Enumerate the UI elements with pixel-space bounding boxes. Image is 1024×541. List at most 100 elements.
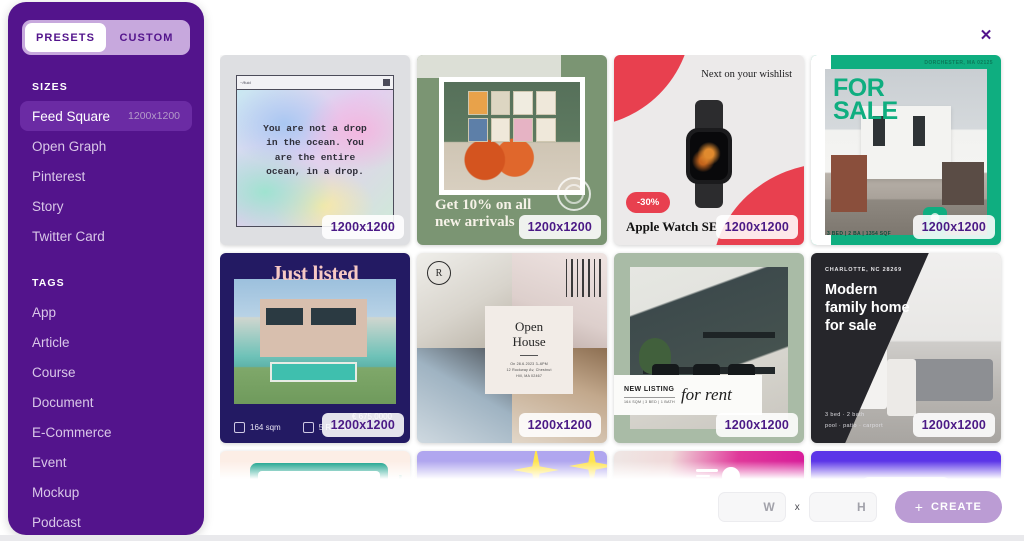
template-card-for-rent[interactable]: NEW LISTING 164 SQM | 3 BED | 1 BATH for…: [614, 253, 804, 443]
size-label: Pinterest: [32, 168, 86, 184]
size-label: Twitter Card: [32, 228, 105, 244]
listing-location: CHARLOTTE, NC 28269: [825, 267, 902, 273]
green-top-block: [417, 55, 562, 78]
rooms-icon: [302, 422, 314, 433]
sidebar-tag-course[interactable]: Course: [20, 357, 192, 387]
watch-body: [686, 127, 732, 184]
sidebar-tag-ecommerce[interactable]: E-Commerce: [20, 417, 192, 447]
quote-text: You are not a drop in the ocean. You are…: [263, 123, 367, 178]
size-dimension: 1200x1200: [128, 110, 180, 122]
size-badge: 1200x1200: [715, 215, 798, 239]
meta-area: 164 sqm: [234, 422, 281, 433]
template-card-modern-family-home[interactable]: CHARLOTTE, NC 28269 Modern family home f…: [811, 253, 1001, 443]
brick-facade: [831, 155, 868, 212]
sidebar-tag-document[interactable]: Document: [20, 387, 192, 417]
stair-railing: [563, 258, 603, 297]
create-label: CREATE: [930, 501, 982, 513]
pool-shape: [269, 361, 358, 382]
area-value: 164 sqm: [250, 423, 281, 432]
new-listing-sub: 164 SQM | 3 BED | 1 BATH: [624, 397, 675, 405]
listing-location: DORCHESTER, MA 02125: [924, 60, 993, 66]
listing-band: NEW LISTING 164 SQM | 3 BED | 1 BATH for…: [614, 375, 763, 415]
height-placeholder: H: [857, 500, 866, 514]
grid-fade: [212, 461, 1024, 479]
red-blob-top-left: [614, 55, 692, 127]
tab-presets[interactable]: PRESETS: [25, 23, 106, 52]
product-name: Apple Watch SE: [626, 219, 718, 234]
for-sale-headline: FOR SALE: [833, 74, 898, 125]
holo-window-title: ~/fluid: [240, 80, 251, 85]
gallery-wall-frames: [468, 90, 556, 143]
sidebar-tag-podcast[interactable]: Podcast: [20, 507, 192, 535]
sizes-section-title: SIZES: [32, 81, 68, 93]
listing-title: Modern family home for sale: [825, 282, 910, 335]
tags-list: App Article Course Document E-Commerce E…: [8, 297, 204, 535]
for-rent-script: for rent: [680, 385, 732, 404]
new-listing-text: NEW LISTING: [624, 385, 675, 393]
height-input[interactable]: H: [808, 492, 877, 522]
area-icon: [234, 422, 245, 433]
sidebar-tag-mockup[interactable]: Mockup: [20, 477, 192, 507]
living-room-photo: [439, 77, 585, 195]
size-label: Open Graph: [32, 138, 107, 154]
sidebar-item-story[interactable]: Story: [20, 191, 192, 221]
template-card-open-house[interactable]: R Open House On 28.6.2023 3–6PM 12 Rockw…: [417, 253, 607, 443]
template-grid: ~/fluid You are not a drop in the ocean.…: [220, 55, 1010, 480]
promo-caption: Get 10% on all new arrivals: [435, 196, 532, 230]
sidebar-tag-app[interactable]: App: [20, 297, 192, 327]
sidebar-item-open-graph[interactable]: Open Graph: [20, 131, 192, 161]
template-card-holographic-quote[interactable]: ~/fluid You are not a drop in the ocean.…: [220, 55, 410, 245]
wishlist-headline: Next on your wishlist: [701, 69, 792, 80]
sidebar-item-twitter-card[interactable]: Twitter Card: [20, 221, 192, 251]
sidebar-item-pinterest[interactable]: Pinterest: [20, 161, 192, 191]
watch-face: [690, 131, 728, 180]
sizes-list: Feed Square 1200x1200 Open Graph Pintere…: [8, 101, 204, 251]
size-label: Story: [32, 198, 64, 214]
size-badge: 1200x1200: [715, 413, 798, 437]
villa-shape: [259, 299, 367, 357]
template-card-for-sale[interactable]: FOR SALE DORCHESTER, MA 02125 3 BED | 2 …: [811, 55, 1001, 245]
monogram-logo-icon: R: [427, 261, 451, 285]
template-picker-modal: PRESETS CUSTOM SIZES Feed Square 1200x12…: [0, 0, 1024, 535]
garage-shape: [941, 161, 984, 206]
new-listing-label: NEW LISTING 164 SQM | 3 BED | 1 BATH: [624, 385, 675, 406]
size-badge: 1200x1200: [912, 413, 995, 437]
shelf-shape: [702, 331, 776, 339]
sidebar-item-feed-square[interactable]: Feed Square 1200x1200: [20, 101, 192, 131]
open-house-details: On 28.6.2023 3–6PM 12 Rockway Av, Chestn…: [506, 362, 552, 379]
listing-specs: 3 BED | 2 BA | 1354 SQF: [827, 231, 891, 237]
size-label: Feed Square: [32, 108, 111, 124]
chair-shape: [887, 359, 916, 417]
listing-features: 3 bed · 2 bath pool · patio · carport: [825, 412, 884, 429]
sidebar-tag-event[interactable]: Event: [20, 447, 192, 477]
holo-titlebar: ~/fluid: [237, 76, 393, 90]
footer-bar: W x H + CREATE: [220, 479, 1024, 535]
divider: [520, 355, 539, 357]
open-house-title: Open House: [512, 319, 546, 350]
close-icon[interactable]: ✕: [976, 25, 996, 45]
plus-icon: +: [914, 499, 924, 515]
open-house-plate: Open House On 28.6.2023 3–6PM 12 Rockway…: [485, 306, 573, 394]
mode-segmented-control[interactable]: PRESETS CUSTOM: [22, 20, 190, 55]
width-placeholder: W: [763, 500, 775, 514]
width-input[interactable]: W: [717, 492, 786, 522]
create-button[interactable]: + CREATE: [894, 491, 1002, 523]
holo-window: ~/fluid You are not a drop in the ocean.…: [236, 75, 394, 227]
villa-photo: [234, 279, 396, 404]
discount-badge: -30%: [626, 192, 671, 213]
template-card-apple-watch[interactable]: Next on your wishlist -30% Apple Watch S…: [614, 55, 804, 245]
tab-custom[interactable]: CUSTOM: [106, 23, 187, 52]
just-listed-title: Just listed: [271, 261, 359, 285]
sidebar-tag-article[interactable]: Article: [20, 327, 192, 357]
size-badge: 1200x1200: [912, 215, 995, 239]
watch-product-image: [686, 99, 732, 208]
size-badge: 1200x1200: [321, 413, 404, 437]
seal-badge-icon: [557, 177, 591, 211]
template-card-just-listed[interactable]: Just listed 164 sqm 5 Rooms € 675,0000 1…: [220, 253, 410, 443]
size-badge: 1200x1200: [321, 215, 404, 239]
tags-section-title: TAGS: [32, 277, 65, 289]
sidebar: PRESETS CUSTOM SIZES Feed Square 1200x12…: [8, 2, 204, 535]
size-badge: 1200x1200: [518, 413, 601, 437]
size-badge: 1200x1200: [518, 215, 601, 239]
template-card-new-arrivals[interactable]: Get 10% on all new arrivals 1200x1200: [417, 55, 607, 245]
